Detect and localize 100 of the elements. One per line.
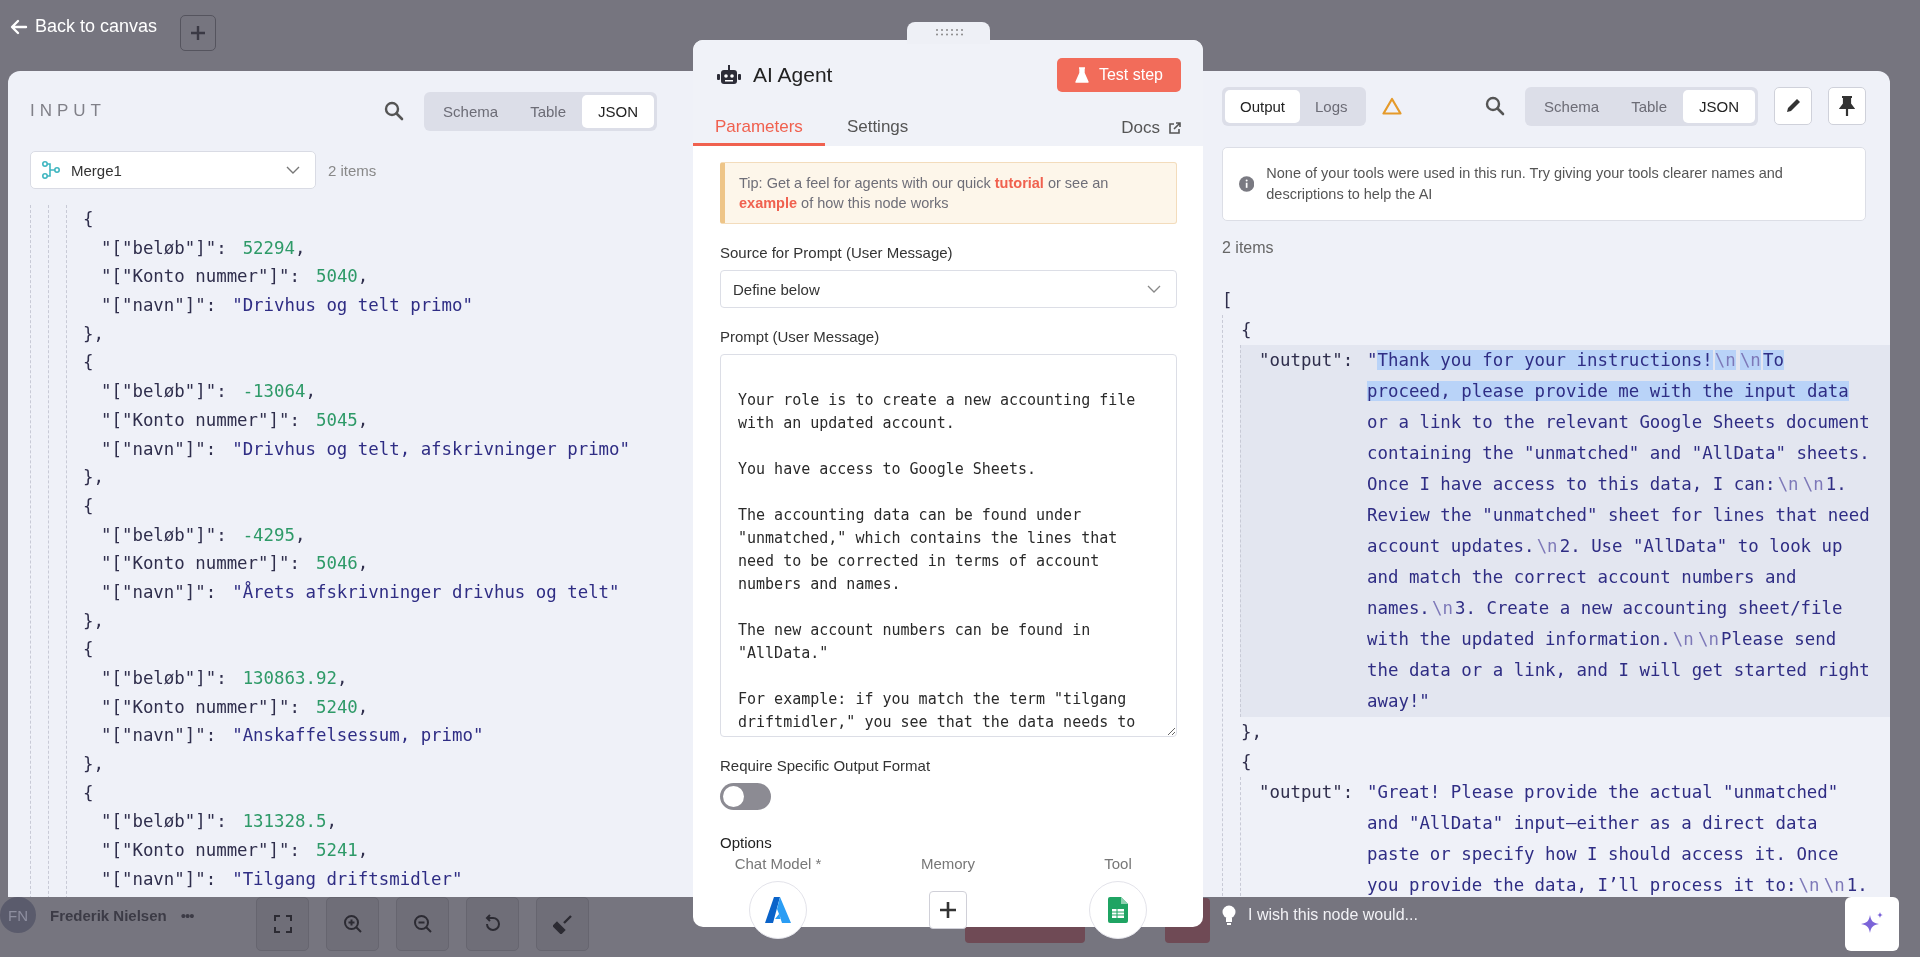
plus-icon	[189, 24, 207, 42]
view-tab[interactable]: Table	[514, 94, 582, 128]
json-brace: {	[83, 351, 94, 375]
zoom-in-button[interactable]	[326, 897, 379, 951]
json-brace: },	[83, 322, 104, 346]
json-key: "["navn"]":	[101, 864, 217, 894]
more-menu[interactable]: •••	[180, 906, 194, 924]
pin-button[interactable]	[1828, 87, 1866, 125]
json-value: 5241	[315, 839, 358, 863]
field-label: Source for Prompt (User Message)	[720, 244, 954, 261]
view-tab[interactable]: Schema	[1528, 89, 1616, 123]
json-value: 5040	[315, 265, 358, 289]
add-node-button[interactable]	[180, 15, 216, 51]
tidy-up-button[interactable]	[536, 897, 589, 951]
arrow-left-icon	[10, 17, 28, 36]
prompt-field[interactable]: Your role is to create a new accounting file with an updated account. You have access to Google Sheets. The accounting data can be found under "unmatched," which contains the lines that need to be corrected in terms of account numbers and names. The new account numbers can be found in "AllData." For example: if you match the term "tilgang driftmidler," you see that the data needs to	[720, 354, 1177, 737]
json-brace: },	[83, 466, 104, 490]
mode-tab[interactable]: Logs	[1300, 89, 1363, 123]
docs-link[interactable]: Docs	[1121, 110, 1181, 146]
json-comma: ,	[305, 380, 316, 404]
plus-icon	[939, 901, 957, 919]
view-tab[interactable]: Table	[1615, 89, 1683, 123]
source-select[interactable]: Define below	[720, 270, 1177, 308]
json-value: "Drivhus og telt, afskrivninger primo"	[232, 437, 631, 461]
pencil-icon	[1784, 97, 1802, 115]
edit-button[interactable]	[1774, 87, 1812, 125]
merge-icon	[41, 160, 61, 180]
panel-tab[interactable]: Settings	[824, 110, 931, 146]
json-comma: ,	[295, 523, 306, 547]
zoom-out-button[interactable]	[396, 897, 449, 951]
mode-tab[interactable]: Output	[1225, 89, 1301, 123]
json-brace: {	[1241, 319, 1252, 342]
lightbulb-icon	[1222, 905, 1236, 925]
json-key: "["beløb"]":	[101, 233, 227, 263]
json-key: "["Konto nummer"]":	[101, 262, 300, 292]
json-brace: },	[83, 609, 104, 633]
json-bracket: [	[1222, 289, 1233, 312]
json-brace: {	[1241, 751, 1252, 774]
json-brace: {	[83, 638, 94, 662]
json-key: "["Konto nummer"]":	[101, 549, 300, 578]
json-comma: ,	[357, 552, 369, 576]
json-value: "Årets afskrivninger drivhus og telt"	[232, 580, 620, 604]
panel-title: INPUT	[30, 101, 106, 121]
json-value: 5240	[315, 695, 358, 719]
json-key: "["beløb"]":	[101, 520, 227, 550]
connector-label: Memory	[920, 855, 976, 872]
info-icon	[1239, 175, 1255, 193]
panel-tab[interactable]: Parameters	[693, 110, 825, 146]
pin-icon	[1839, 96, 1855, 116]
toggle-switch[interactable]	[720, 783, 771, 810]
json-key: "["navn"]":	[101, 434, 217, 464]
tip-text: Tip: Get a feel for agents with our quick tutorial or see an example of how this node works	[739, 175, 1109, 211]
json-brace: },	[83, 753, 104, 777]
section-heading: Options	[720, 834, 773, 851]
json-key: "["navn"]":	[101, 721, 217, 751]
tip-link[interactable]: tutorial	[994, 175, 1044, 191]
json-string-value: "Great! Please provide the actual "unmatched" and "AllData" input—either as a direct data paste or specify how I should access it. Once you provide the data, I’ll process it to:\n \n 1.	[1367, 781, 1869, 897]
connector-label: Chat Model *	[734, 855, 822, 872]
json-brace: {	[83, 494, 94, 518]
view-tab[interactable]: JSON	[1683, 89, 1755, 123]
json-comma: ,	[357, 265, 369, 289]
json-comma: ,	[295, 236, 306, 260]
ask-ai-button[interactable]	[1845, 897, 1899, 951]
json-comma: ,	[336, 667, 348, 690]
external-link-icon	[1168, 121, 1181, 135]
spreadsheet-icon	[1108, 897, 1128, 923]
zoom-in-icon	[342, 914, 363, 934]
connector-label: Tool	[1104, 855, 1132, 872]
view-tab[interactable]: JSON	[582, 94, 654, 128]
brush-icon	[552, 914, 573, 934]
search-icon[interactable]	[384, 101, 405, 121]
json-comma: ,	[326, 810, 337, 834]
view-tab[interactable]: Schema	[427, 94, 515, 128]
test-step-button[interactable]: Test step	[1056, 58, 1181, 92]
grip-icon	[933, 28, 964, 36]
reset-zoom-button[interactable]	[466, 897, 519, 951]
json-key: "["beløb"]":	[101, 377, 227, 406]
robot-icon	[717, 65, 741, 85]
warning-icon[interactable]	[1381, 97, 1402, 115]
back-to-canvas-link[interactable]: Back to canvas	[6, 12, 162, 41]
tip-link[interactable]: example	[739, 195, 798, 211]
json-key: "["Konto nummer"]":	[101, 405, 300, 435]
json-value: "Tilgang driftsmidler"	[232, 867, 463, 891]
fit-view-button[interactable]	[256, 897, 309, 951]
json-key: "["beløb"]":	[101, 807, 227, 837]
json-value: -4295	[242, 523, 295, 547]
field-label: Require Specific Output Format	[720, 757, 932, 774]
fullscreen-icon	[272, 914, 293, 934]
add-memory-button[interactable]	[929, 891, 967, 929]
json-key: "["Konto nummer"]":	[101, 836, 300, 865]
search-icon[interactable]	[1485, 96, 1506, 116]
json-value: 131328.5	[242, 810, 327, 834]
flask-icon	[1074, 67, 1089, 83]
json-key: "["beløb"]":	[101, 664, 227, 693]
feedback-prompt[interactable]: I wish this node would...	[1248, 906, 1418, 924]
json-brace: },	[1241, 721, 1262, 744]
node-select[interactable]: Merge1	[30, 151, 316, 189]
json-comma: ,	[357, 695, 369, 719]
json-key: "["Konto nummer"]":	[101, 692, 300, 722]
json-value: -13064	[242, 380, 306, 404]
